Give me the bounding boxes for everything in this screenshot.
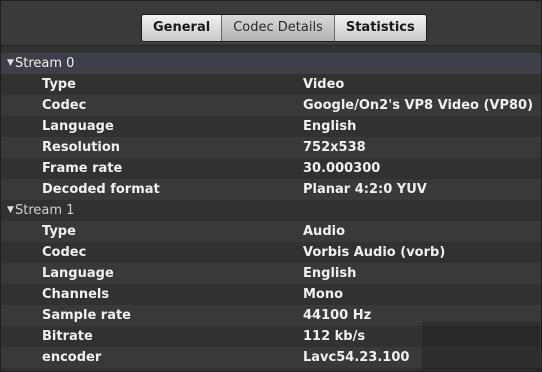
property-value: Google/On2's VP8 Video (VP80) (303, 98, 534, 113)
property-row: Channels Mono (1, 284, 541, 305)
codec-details-window: General Codec Details Statistics ▼ Strea… (0, 0, 542, 372)
property-row: Type Video (1, 74, 541, 95)
property-key: Decoded format (42, 182, 160, 197)
tab-general[interactable]: General (142, 15, 223, 41)
property-value: Mono (303, 287, 344, 302)
property-key: Sample rate (42, 308, 132, 323)
property-key: Resolution (42, 140, 121, 155)
tab-statistics[interactable]: Statistics (334, 15, 426, 41)
property-value: Planar 4:2:0 YUV (303, 182, 427, 197)
property-row: Frame rate 30.000300 (1, 158, 541, 179)
property-key: Channels (42, 287, 110, 302)
property-row: Codec Google/On2's VP8 Video (VP80) (1, 95, 541, 116)
stream-list: ▼ Stream 0 Type Video Codec Google/On2's… (1, 53, 541, 368)
property-row: Language English (1, 116, 541, 137)
property-value: Lavc54.23.100 (303, 350, 410, 365)
property-key: Frame rate (42, 161, 123, 176)
property-key: Language (42, 119, 114, 134)
property-row: Codec Vorbis Audio (vorb) (1, 242, 541, 263)
tab-bar: General Codec Details Statistics (1, 1, 541, 46)
property-key: Bitrate (42, 329, 93, 344)
tab-codec-details[interactable]: Codec Details (222, 15, 335, 41)
stream-1-title: Stream 1 (15, 203, 75, 218)
property-key: Codec (42, 245, 87, 260)
property-value: Audio (303, 224, 346, 239)
property-row: Language English (1, 263, 541, 284)
property-key: Language (42, 266, 114, 281)
stream-1-header[interactable]: ▼ Stream 1 (1, 200, 541, 221)
disclosure-triangle-icon[interactable]: ▼ (7, 200, 14, 221)
property-key: encoder (42, 350, 102, 365)
property-value: English (303, 266, 357, 281)
background-shadow (422, 322, 540, 370)
stream-0-title: Stream 0 (15, 56, 75, 71)
property-value: 44100 Hz (303, 308, 372, 323)
property-value: 30.000300 (303, 161, 381, 176)
property-row: Decoded format Planar 4:2:0 YUV (1, 179, 541, 200)
property-row: Type Audio (1, 221, 541, 242)
property-key: Type (42, 77, 76, 92)
property-row: Resolution 752x538 (1, 137, 541, 158)
property-value: Video (303, 77, 345, 92)
property-value: Vorbis Audio (vorb) (303, 245, 446, 260)
disclosure-triangle-icon[interactable]: ▼ (7, 53, 14, 74)
property-value: 752x538 (303, 140, 366, 155)
segmented-tabs: General Codec Details Statistics (141, 14, 427, 42)
property-key: Type (42, 224, 76, 239)
property-key: Codec (42, 98, 87, 113)
property-value: 112 kb/s (303, 329, 366, 344)
stream-0-header[interactable]: ▼ Stream 0 (1, 53, 541, 74)
property-value: English (303, 119, 357, 134)
